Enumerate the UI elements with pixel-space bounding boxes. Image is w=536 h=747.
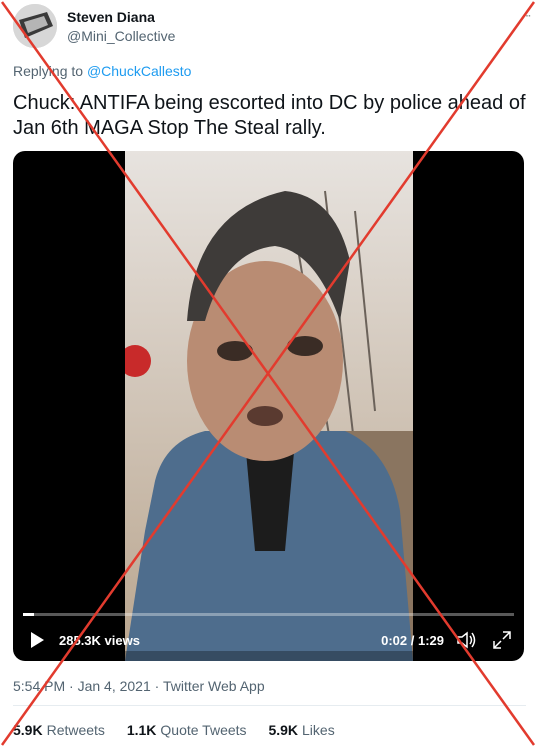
play-icon[interactable] bbox=[27, 630, 47, 650]
video-view-count: 285.3K views bbox=[59, 633, 140, 648]
author-display-name[interactable]: Steven Diana bbox=[67, 9, 155, 25]
engagement-stats: 5.9K Retweets 1.1K Quote Tweets 5.9K Likes bbox=[13, 722, 353, 738]
retweets-label: Retweets bbox=[46, 722, 105, 738]
quote-tweets-stat[interactable]: 1.1K Quote Tweets bbox=[127, 722, 247, 738]
tweet-text: Chuck: ANTIFA being escorted into DC by … bbox=[13, 92, 526, 139]
avatar[interactable] bbox=[13, 4, 57, 48]
video-controls: 285.3K views 0:02 / 1:29 bbox=[13, 627, 524, 655]
reply-context: Replying to @ChuckCallesto bbox=[13, 63, 191, 79]
reply-to-link[interactable]: @ChuckCallesto bbox=[87, 63, 191, 79]
video-progress-fill bbox=[23, 613, 34, 616]
divider bbox=[13, 705, 526, 706]
more-icon[interactable]: ᐧᐧᐧ bbox=[522, 8, 531, 25]
likes-stat[interactable]: 5.9K Likes bbox=[268, 722, 334, 738]
video-player[interactable]: 285.3K views 0:02 / 1:29 bbox=[13, 151, 524, 661]
likes-label: Likes bbox=[302, 722, 335, 738]
tweet-timestamp[interactable]: 5:54 PM · Jan 4, 2021 · Twitter Web App bbox=[13, 678, 265, 694]
retweets-stat[interactable]: 5.9K Retweets bbox=[13, 722, 105, 738]
quote-tweets-count: 1.1K bbox=[126, 722, 157, 738]
video-progress-bar[interactable] bbox=[23, 613, 514, 616]
video-frame bbox=[125, 151, 413, 661]
retweets-count: 5.9K bbox=[13, 722, 43, 738]
volume-icon[interactable] bbox=[456, 630, 478, 650]
fullscreen-icon[interactable] bbox=[492, 630, 512, 650]
reply-prefix: Replying to bbox=[13, 63, 84, 79]
video-time: 0:02 / 1:29 bbox=[381, 633, 444, 648]
avatar-image bbox=[13, 4, 57, 48]
quote-tweets-label: Quote Tweets bbox=[160, 722, 247, 738]
author-handle[interactable]: @Mini_Collective bbox=[67, 28, 175, 44]
likes-count: 5.9K bbox=[268, 722, 299, 738]
